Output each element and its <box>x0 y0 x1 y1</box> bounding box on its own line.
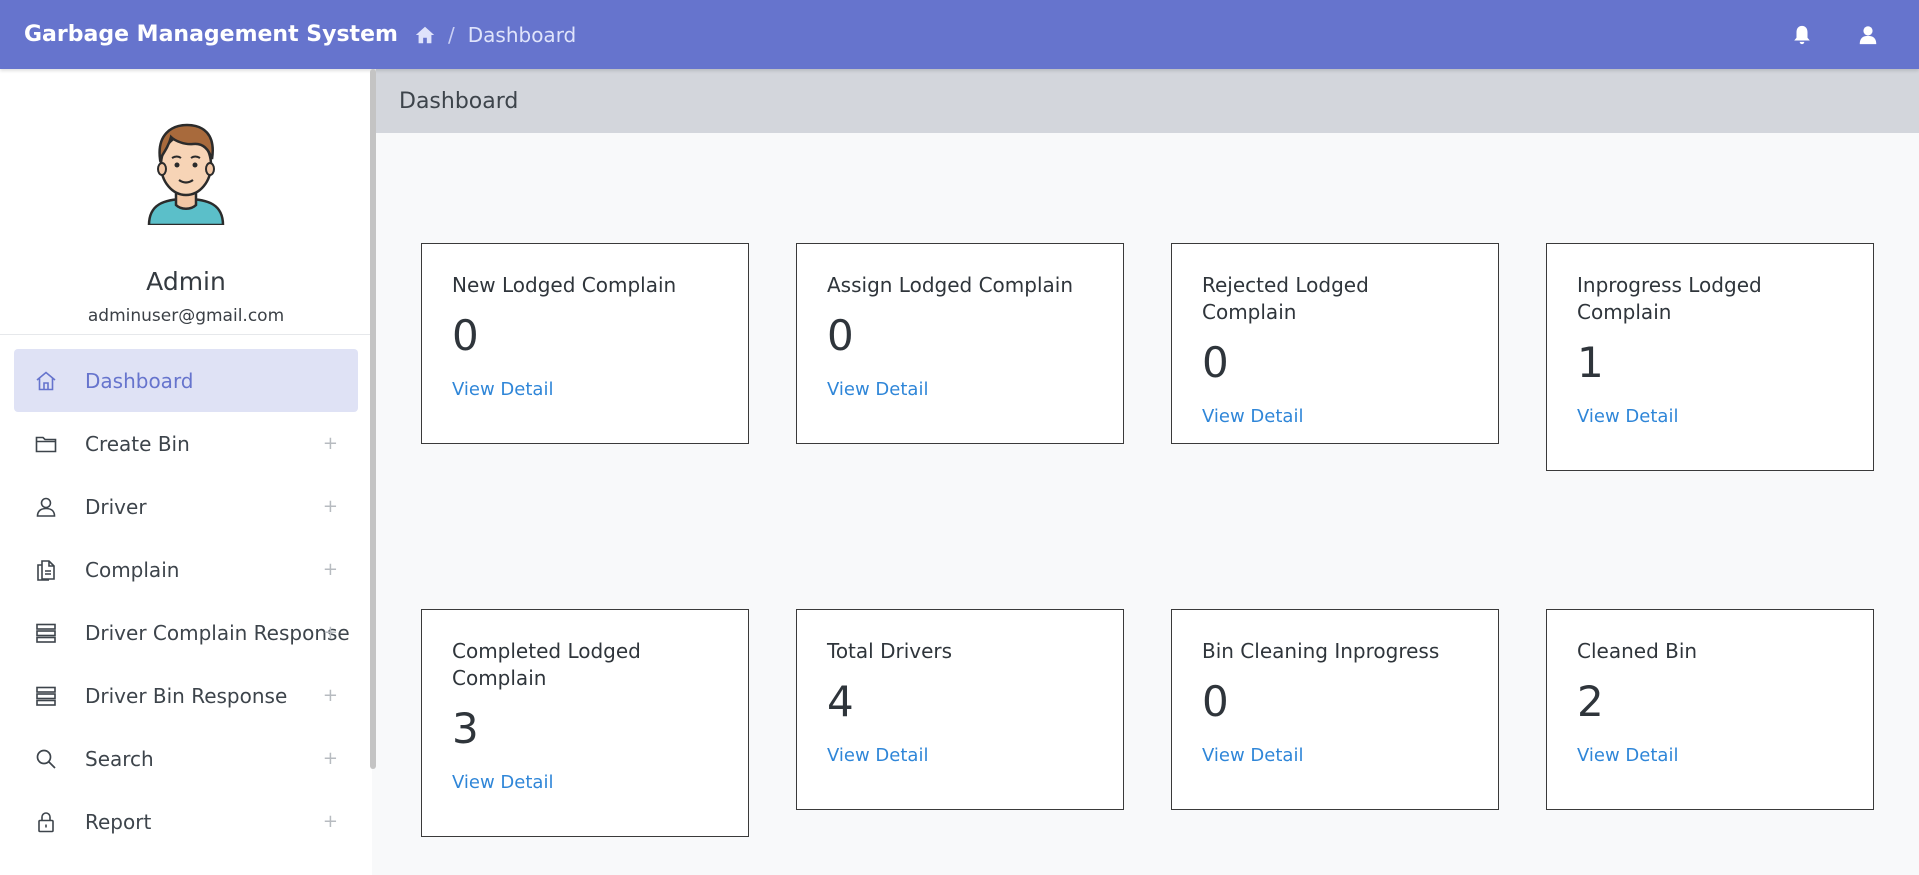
sidebar-item-dashboard[interactable]: Dashboard <box>14 349 358 412</box>
sidebar-menu: Dashboard Create Bin + Driver + Complain… <box>0 349 372 853</box>
brand-title[interactable]: Garbage Management System <box>24 22 414 47</box>
card-title: Inprogress Lodged Complain <box>1577 273 1762 324</box>
search-icon <box>34 747 58 771</box>
page-title: Dashboard <box>376 69 1919 133</box>
profile-name: Admin <box>146 267 226 296</box>
sidebar-item-label: Report <box>85 809 152 834</box>
card-title: Cleaned Bin <box>1577 639 1698 663</box>
expand-icon[interactable]: + <box>323 559 338 580</box>
stat-card-inprogress-lodged: Inprogress Lodged Complain 1 View Detail <box>1546 243 1874 471</box>
stat-card-total-drivers: Total Drivers 4 View Detail <box>796 609 1124 810</box>
view-detail-link[interactable]: View Detail <box>1202 745 1303 766</box>
top-navbar: Garbage Management System / Dashboard <box>0 0 1919 69</box>
stat-card-rejected-lodged: Rejected Lodged Complain 0 View Detail <box>1171 243 1499 444</box>
card-value: 0 <box>1202 677 1229 726</box>
sidebar-item-driver-complain-response[interactable]: Driver Complain Response + <box>14 601 358 664</box>
sidebar-item-driver-bin-response[interactable]: Driver Bin Response + <box>14 664 358 727</box>
sidebar-item-search[interactable]: Search + <box>14 727 358 790</box>
card-title: New Lodged Complain <box>452 273 677 297</box>
card-value: 4 <box>827 677 854 726</box>
avatar <box>147 123 225 225</box>
topbar-actions <box>1791 0 1879 69</box>
card-value: 0 <box>1202 338 1229 387</box>
view-detail-link[interactable]: View Detail <box>827 379 928 400</box>
view-detail-link[interactable]: View Detail <box>452 379 553 400</box>
expand-icon[interactable]: + <box>323 622 338 643</box>
card-value: 0 <box>452 311 479 360</box>
profile-section: Admin adminuser@gmail.com <box>0 69 372 335</box>
sidebar: Admin adminuser@gmail.com Dashboard Crea… <box>0 69 372 875</box>
breadcrumb: / Dashboard <box>414 23 576 47</box>
expand-icon[interactable]: + <box>323 811 338 832</box>
card-value: 1 <box>1577 338 1604 387</box>
folder-icon <box>34 432 58 456</box>
user-icon[interactable] <box>1857 23 1879 47</box>
card-title: Completed Lodged Complain <box>452 639 641 690</box>
card-title: Rejected Lodged Complain <box>1202 273 1369 324</box>
card-value: 0 <box>827 311 854 360</box>
sidebar-item-label: Driver Bin Response <box>85 683 288 708</box>
sidebar-item-report[interactable]: Report + <box>14 790 358 853</box>
view-detail-link[interactable]: View Detail <box>1577 745 1678 766</box>
bell-icon[interactable] <box>1791 23 1813 47</box>
sidebar-item-label: Create Bin <box>85 431 190 456</box>
card-title: Bin Cleaning Inprogress <box>1202 639 1440 663</box>
expand-icon[interactable]: + <box>323 433 338 454</box>
sidebar-item-label: Search <box>85 746 154 771</box>
home-icon <box>34 369 58 393</box>
breadcrumb-current: Dashboard <box>467 22 577 47</box>
sidebar-item-label: Complain <box>85 557 180 582</box>
server-icon <box>34 621 58 645</box>
view-detail-link[interactable]: View Detail <box>827 745 928 766</box>
documents-icon <box>34 558 58 582</box>
sidebar-item-label: Driver <box>85 494 147 519</box>
expand-icon[interactable]: + <box>323 748 338 769</box>
expand-icon[interactable]: + <box>323 496 338 517</box>
card-value: 3 <box>452 704 479 753</box>
stat-card-bin-cleaning-inprogress: Bin Cleaning Inprogress 0 View Detail <box>1171 609 1499 810</box>
user-icon <box>34 495 58 519</box>
sidebar-item-complain[interactable]: Complain + <box>14 538 358 601</box>
sidebar-item-driver[interactable]: Driver + <box>14 475 358 538</box>
stat-card-assign-lodged: Assign Lodged Complain 0 View Detail <box>796 243 1124 444</box>
breadcrumb-separator: / <box>448 22 455 47</box>
stat-card-completed-lodged: Completed Lodged Complain 3 View Detail <box>421 609 749 837</box>
home-icon[interactable] <box>414 24 436 46</box>
main-content: Dashboard New Lodged Complain 0 View Det… <box>376 69 1919 875</box>
card-value: 2 <box>1577 677 1604 726</box>
expand-icon[interactable]: + <box>323 685 338 706</box>
sidebar-item-label: Driver Complain Response <box>85 620 350 645</box>
server-icon <box>34 684 58 708</box>
card-title: Total Drivers <box>827 639 953 663</box>
sidebar-item-label: Dashboard <box>85 368 194 393</box>
divider <box>0 334 372 335</box>
view-detail-link[interactable]: View Detail <box>1577 406 1678 427</box>
sidebar-scrollbar[interactable] <box>370 69 376 769</box>
lock-icon <box>34 810 58 834</box>
view-detail-link[interactable]: View Detail <box>452 772 553 793</box>
card-title: Assign Lodged Complain <box>827 273 1074 297</box>
stat-card-cleaned-bin: Cleaned Bin 2 View Detail <box>1546 609 1874 810</box>
stat-card-new-lodged: New Lodged Complain 0 View Detail <box>421 243 749 444</box>
view-detail-link[interactable]: View Detail <box>1202 406 1303 427</box>
profile-email: adminuser@gmail.com <box>87 306 285 326</box>
sidebar-item-create-bin[interactable]: Create Bin + <box>14 412 358 475</box>
